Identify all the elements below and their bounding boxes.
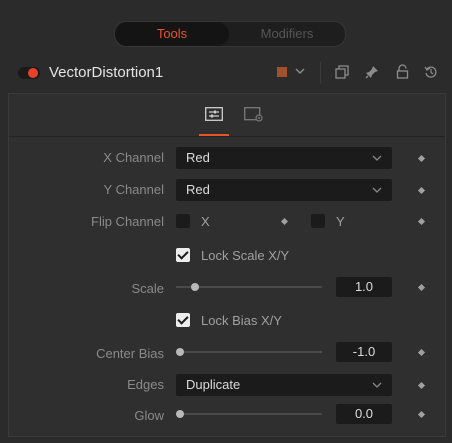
center-bias-slider-thumb[interactable] [176,348,184,356]
inspector-tab-bar: Tools Modifiers [114,21,346,47]
reset-icon[interactable] [424,65,438,84]
pin-icon[interactable] [365,65,379,84]
edges-label: Edges [127,377,164,392]
flip-y-checkbox[interactable] [311,214,325,228]
flip-channel-label: Flip Channel [91,214,164,229]
node-enable-toggle[interactable] [18,67,40,79]
lock-icon[interactable] [396,64,409,84]
lock-bias-label: Lock Bias X/Y [201,313,282,328]
tab-tools[interactable]: Tools [115,22,229,46]
chevron-down-icon [372,179,382,210]
version-icon[interactable] [335,65,349,84]
inspector-window: Tools Modifiers VectorDistortion1 X Chan… [0,0,452,443]
center-bias-value-field[interactable]: -1.0 [336,342,392,362]
x-channel-dropdown[interactable]: Red [176,147,392,169]
glow-value-field[interactable]: 0.0 [336,404,392,424]
tab-modifiers[interactable]: Modifiers [229,22,345,46]
y-channel-label: Y Channel [103,182,164,197]
flip-x-label: X [201,214,210,229]
glow-label: Glow [134,408,164,423]
header-divider [320,62,321,84]
scale-label: Scale [131,281,164,296]
settings-page-icon[interactable] [244,107,264,128]
node-color-swatch[interactable] [277,67,287,77]
center-bias-slider[interactable] [176,351,322,353]
center-bias-label: Center Bias [96,346,164,361]
flip-x-checkbox[interactable] [176,214,190,228]
scale-slider-thumb[interactable] [190,283,199,291]
lock-scale-checkbox[interactable] [176,248,190,262]
enabled-indicator-icon [28,68,38,78]
active-page-indicator [199,134,229,136]
glow-slider[interactable] [176,413,322,415]
y-channel-value: Red [186,182,210,197]
x-channel-label: X Channel [103,150,164,165]
y-channel-dropdown[interactable]: Red [176,179,392,201]
edges-dropdown[interactable]: Duplicate [176,374,392,396]
flip-y-label: Y [336,214,345,229]
scale-value-field[interactable]: 1.0 [336,277,392,297]
x-channel-value: Red [186,150,210,165]
chevron-down-icon [372,374,382,405]
lock-scale-label: Lock Scale X/Y [201,248,290,263]
chevron-down-icon [372,147,382,178]
glow-slider-thumb[interactable] [176,410,184,418]
node-name: VectorDistortion1 [49,64,164,81]
color-chevron-down-icon[interactable] [295,66,305,79]
edges-value: Duplicate [186,377,241,392]
control-page-tabs [9,94,445,137]
controls-page-icon[interactable] [205,107,223,126]
lock-bias-checkbox[interactable] [176,313,190,327]
